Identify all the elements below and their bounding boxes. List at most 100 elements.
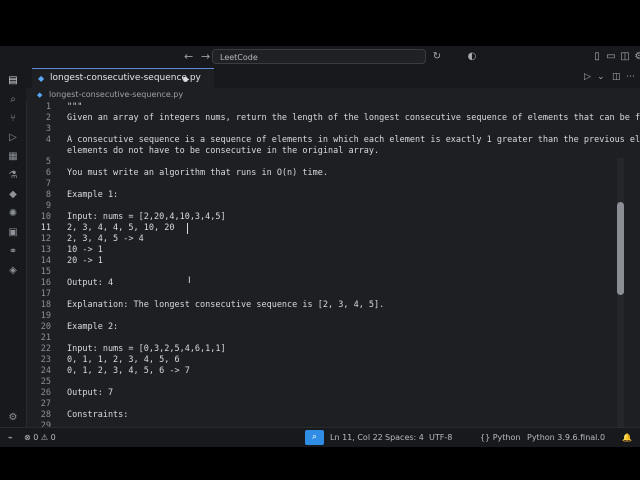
- code-line[interactable]: 9: [26, 201, 628, 212]
- code-line[interactable]: 10 Input: nums = [2,20,4,10,3,4,5]: [26, 212, 628, 223]
- remote-indicator[interactable]: ⌁: [8, 428, 13, 447]
- line-number: 19: [40, 311, 51, 321]
- code-line[interactable]: 7: [26, 179, 628, 190]
- code-text[interactable]: """: [67, 102, 82, 113]
- code-line[interactable]: 23 0, 1, 1, 2, 3, 4, 5, 6: [26, 355, 628, 366]
- source-control-icon[interactable]: ⑂: [5, 111, 21, 127]
- code-line[interactable]: 17: [26, 289, 628, 300]
- code-text[interactable]: Input: nums = [2,20,4,10,3,4,5]: [67, 212, 226, 223]
- line-number: 7: [45, 179, 51, 189]
- problems-indicator[interactable]: ⊗ 0 ⚠ 0: [24, 428, 56, 447]
- unsaved-dot-icon[interactable]: [183, 77, 188, 82]
- line-number: 28: [40, 410, 51, 420]
- code-line[interactable]: 5: [26, 157, 628, 168]
- code-line[interactable]: 3: [26, 124, 628, 135]
- code-line[interactable]: 24 0, 1, 2, 3, 4, 5, 6 -> 7: [26, 366, 628, 377]
- code-text[interactable]: 0, 1, 1, 2, 3, 4, 5, 6: [67, 355, 180, 366]
- layout-split-icon[interactable]: ▭: [604, 50, 618, 64]
- more-actions-icon[interactable]: ⋯: [626, 72, 635, 82]
- account-icon[interactable]: ◐: [465, 50, 479, 64]
- code-line[interactable]: 22 Input: nums = [0,3,2,5,4,6,1,1]: [26, 344, 628, 355]
- breadcrumb-file[interactable]: longest-consecutive-sequence.py: [49, 88, 183, 102]
- code-text[interactable]: Example 2:: [67, 322, 118, 333]
- code-line[interactable]: 12 2, 3, 4, 5 -> 4: [26, 234, 628, 245]
- explorer-icon[interactable]: ▤: [5, 73, 21, 89]
- code-line[interactable]: 1 """: [26, 102, 628, 113]
- line-number: 9: [45, 201, 51, 211]
- code-line[interactable]: 6 You must write an algorithm that runs i…: [26, 168, 628, 179]
- settings-gear-icon[interactable]: ⚙: [5, 410, 21, 426]
- line-number: 10: [40, 212, 51, 222]
- code-text[interactable]: Output: 4: [67, 278, 113, 289]
- copilot-icon[interactable]: ✺: [5, 206, 21, 222]
- code-text[interactable]: Example 1:: [67, 190, 118, 201]
- encoding[interactable]: UTF-8: [429, 428, 452, 447]
- extensions-2-icon[interactable]: ◈: [5, 263, 21, 279]
- line-number: 1: [45, 102, 51, 112]
- back-button[interactable]: ←: [184, 50, 193, 63]
- code-line[interactable]: 8 Example 1:: [26, 190, 628, 201]
- code-line[interactable]: 14 20 -> 1: [26, 256, 628, 267]
- settings-icon[interactable]: ⚙: [632, 50, 640, 64]
- docker-icon[interactable]: ▣: [5, 225, 21, 241]
- code-text[interactable]: 0, 1, 2, 3, 4, 5, 6 -> 7: [67, 366, 190, 377]
- code-text[interactable]: 20 -> 1: [67, 256, 103, 267]
- code-line[interactable]: 26 Output: 7: [26, 388, 628, 399]
- code-text[interactable]: elements do not have to be consecutive i…: [67, 146, 379, 157]
- code-editor[interactable]: 1 """ 2 Given an array of integers nums, re…: [26, 102, 640, 447]
- code-line[interactable]: 13 10 -> 1: [26, 245, 628, 256]
- code-line[interactable]: 25: [26, 377, 628, 388]
- indentation[interactable]: Spaces: 4: [385, 428, 424, 447]
- language-mode[interactable]: {} Python: [480, 428, 520, 447]
- code-text[interactable]: Constraints:: [67, 410, 128, 421]
- line-number: 12: [40, 234, 51, 244]
- code-text[interactable]: 2, 3, 4, 5 -> 4: [67, 234, 144, 245]
- remote-icon[interactable]: ⚭: [5, 244, 21, 260]
- code-line[interactable]: 15: [26, 267, 628, 278]
- code-text[interactable]: Output: 7: [67, 388, 113, 399]
- code-line[interactable]: 21: [26, 333, 628, 344]
- refresh-icon[interactable]: ↻: [430, 50, 444, 64]
- code-text[interactable]: Given an array of integers nums, return …: [67, 113, 640, 124]
- python-icon[interactable]: ◆: [5, 187, 21, 203]
- interpreter[interactable]: Python 3.9.6.final.0: [527, 428, 605, 447]
- command-center-search[interactable]: LeetCode: [212, 49, 426, 64]
- split-editor-icon[interactable]: ◫: [612, 72, 621, 82]
- layout-panel-icon[interactable]: ◫: [618, 50, 632, 64]
- run-icon[interactable]: ▷: [584, 72, 591, 82]
- code-text[interactable]: 10 -> 1: [67, 245, 103, 256]
- code-line[interactable]: 27: [26, 399, 628, 410]
- cursor-position[interactable]: Ln 11, Col 22: [330, 428, 383, 447]
- line-number: 27: [40, 399, 51, 409]
- line-number: 13: [40, 245, 51, 255]
- line-number: 25: [40, 377, 51, 387]
- tab-longest-consecutive-sequence[interactable]: ◆ longest-consecutive-sequence.py: [32, 68, 214, 88]
- vertical-scrollbar[interactable]: [617, 202, 624, 295]
- code-line[interactable]: 18 Explanation: The longest consecutive s…: [26, 300, 628, 311]
- run-dropdown-icon[interactable]: ⌄: [597, 72, 605, 82]
- line-number: 5: [45, 157, 51, 167]
- code-line[interactable]: 11 2, 3, 4, 4, 5, 10, 20: [26, 223, 628, 234]
- code-text[interactable]: Input: nums = [0,3,2,5,4,6,1,1]: [67, 344, 226, 355]
- forward-button[interactable]: →: [201, 50, 210, 63]
- code-text[interactable]: A consecutive sequence is a sequence of …: [67, 135, 640, 146]
- code-line[interactable]: 19: [26, 311, 628, 322]
- code-line[interactable]: 2 Given an array of integers nums, return…: [26, 113, 640, 124]
- layout-sidebar-icon[interactable]: ▯: [590, 50, 604, 64]
- code-line[interactable]: 4 A consecutive sequence is a sequence of…: [26, 135, 640, 146]
- code-line[interactable]: 20 Example 2:: [26, 322, 628, 333]
- code-line[interactable]: elements do not have to be consecutive i…: [26, 146, 628, 157]
- run-debug-icon[interactable]: ▷: [5, 130, 21, 146]
- text-cursor: [187, 223, 188, 234]
- zoom-icon[interactable]: ⌕: [305, 430, 324, 445]
- code-text[interactable]: Explanation: The longest consecutive seq…: [67, 300, 384, 311]
- testing-icon[interactable]: ⚗: [5, 168, 21, 184]
- code-line[interactable]: 28 Constraints:: [26, 410, 628, 421]
- code-line[interactable]: 16 Output: 4: [26, 278, 628, 289]
- search-icon[interactable]: ⌕: [5, 92, 21, 108]
- code-text[interactable]: You must write an algorithm that runs in…: [67, 168, 328, 179]
- notification-bell-icon[interactable]: 🔔: [622, 428, 632, 447]
- extensions-icon[interactable]: ▦: [5, 149, 21, 165]
- code-text[interactable]: 2, 3, 4, 4, 5, 10, 20: [67, 223, 174, 234]
- line-number: 16: [40, 278, 51, 288]
